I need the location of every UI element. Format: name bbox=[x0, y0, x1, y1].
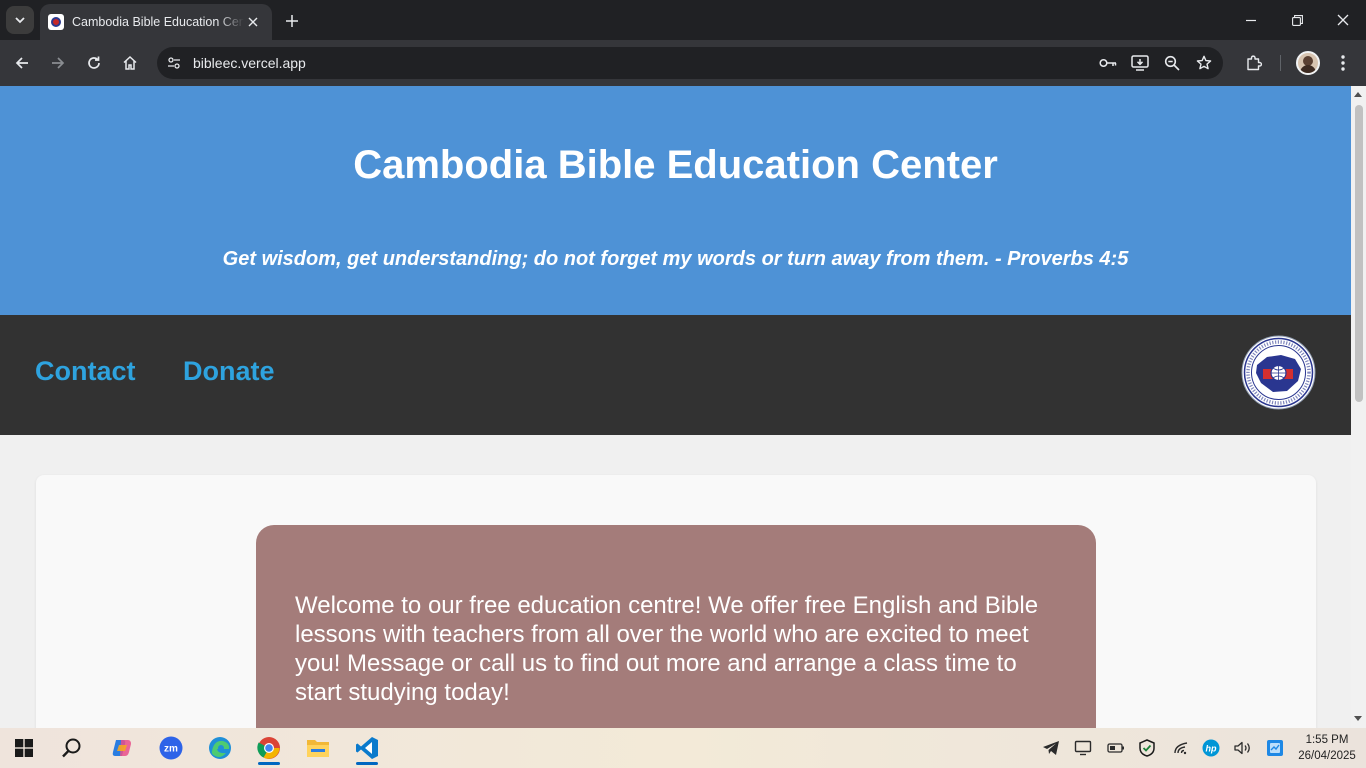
minimize-icon bbox=[1245, 19, 1256, 21]
tray-volume-icon[interactable] bbox=[1233, 738, 1253, 758]
file-explorer-icon bbox=[307, 740, 329, 757]
close-window-button[interactable] bbox=[1320, 0, 1366, 40]
chrome-icon bbox=[257, 737, 280, 759]
back-button[interactable] bbox=[8, 49, 36, 77]
welcome-box: Welcome to our free education centre! We… bbox=[256, 525, 1096, 728]
clock-time: 1:55 PM bbox=[1305, 734, 1349, 746]
scroll-up-arrow-icon[interactable] bbox=[1354, 92, 1362, 97]
windows-start-icon bbox=[15, 739, 33, 757]
tray-security-shield-icon[interactable] bbox=[1137, 738, 1157, 758]
restore-icon bbox=[1291, 14, 1303, 26]
site-header: Cambodia Bible Education Center Get wisd… bbox=[0, 86, 1351, 315]
taskbar-edge[interactable] bbox=[200, 730, 240, 766]
kebab-menu-icon bbox=[1341, 55, 1345, 71]
zoom-app-icon: zm bbox=[159, 736, 183, 760]
password-key-icon[interactable] bbox=[1097, 53, 1119, 73]
nav-link-contact[interactable]: Contact bbox=[35, 356, 136, 387]
new-tab-button[interactable] bbox=[281, 10, 303, 32]
tray-app-icon[interactable] bbox=[1265, 738, 1285, 758]
restore-button[interactable] bbox=[1274, 0, 1320, 40]
minimize-button[interactable] bbox=[1228, 0, 1274, 40]
plus-icon bbox=[286, 15, 298, 27]
extensions-button[interactable] bbox=[1240, 49, 1268, 77]
welcome-text: Welcome to our free education centre! We… bbox=[295, 592, 1039, 706]
svg-text:zm: zm bbox=[164, 744, 178, 755]
site-verse: Get wisdom, get understanding; do not fo… bbox=[222, 248, 1129, 270]
vscode-icon bbox=[356, 737, 378, 759]
zoom-icon[interactable] bbox=[1161, 53, 1183, 73]
site-favicon-icon bbox=[48, 14, 64, 30]
tray-wifi-icon[interactable] bbox=[1171, 738, 1191, 758]
nav-link-donate[interactable]: Donate bbox=[183, 356, 275, 387]
bookmark-star-icon[interactable] bbox=[1193, 53, 1215, 73]
edge-icon bbox=[209, 737, 231, 759]
install-app-icon[interactable] bbox=[1129, 53, 1151, 73]
site-nav: Contact Donate bbox=[0, 315, 1351, 435]
chevron-down-icon bbox=[15, 17, 25, 24]
windows-taskbar: zm hp 1:55 PM 26/04/2025 bbox=[0, 728, 1366, 768]
copilot-icon bbox=[112, 740, 131, 756]
forward-button[interactable] bbox=[44, 49, 72, 77]
tray-hp-icon[interactable]: hp bbox=[1201, 738, 1221, 758]
taskbar-clock[interactable]: 1:55 PM 26/04/2025 bbox=[1296, 732, 1358, 764]
tab-search-button[interactable] bbox=[6, 6, 34, 34]
toolbar-separator bbox=[1280, 55, 1281, 71]
site-info-icon[interactable] bbox=[163, 52, 185, 74]
arrow-left-icon bbox=[15, 57, 28, 69]
page-viewport: Cambodia Bible Education Center Get wisd… bbox=[0, 86, 1351, 728]
tab-close-icon[interactable] bbox=[244, 13, 262, 31]
taskbar-copilot[interactable] bbox=[102, 730, 142, 766]
content-card: Welcome to our free education centre! We… bbox=[36, 475, 1316, 728]
home-icon bbox=[123, 55, 137, 70]
address-bar[interactable]: bibleec.vercel.app bbox=[157, 47, 1223, 79]
page-scrollbar[interactable] bbox=[1351, 86, 1366, 728]
taskbar-zoom[interactable]: zm bbox=[151, 730, 191, 766]
reload-button[interactable] bbox=[80, 49, 108, 77]
browser-menu-button[interactable] bbox=[1329, 49, 1357, 77]
reload-icon bbox=[88, 56, 100, 69]
browser-tab-bar: Cambodia Bible Education Center bbox=[0, 0, 1366, 40]
clock-date: 26/04/2025 bbox=[1298, 750, 1356, 762]
taskbar-file-explorer[interactable] bbox=[298, 730, 338, 766]
close-icon bbox=[1337, 14, 1349, 26]
start-button[interactable] bbox=[4, 730, 44, 766]
home-button[interactable] bbox=[116, 49, 144, 77]
puzzle-icon bbox=[1247, 55, 1263, 71]
cbec-logo-icon[interactable] bbox=[1241, 335, 1316, 410]
browser-tab-active[interactable]: Cambodia Bible Education Center bbox=[40, 4, 272, 40]
url-text[interactable]: bibleec.vercel.app bbox=[193, 55, 306, 71]
tab-title: Cambodia Bible Education Center bbox=[72, 15, 245, 29]
site-title: Cambodia Bible Education Center bbox=[353, 143, 998, 187]
scrollbar-thumb[interactable] bbox=[1355, 105, 1363, 402]
arrow-right-icon bbox=[52, 57, 65, 69]
svg-text:hp: hp bbox=[1206, 744, 1217, 754]
browser-toolbar: bibleec.vercel.app bbox=[0, 40, 1366, 86]
scroll-down-arrow-icon[interactable] bbox=[1354, 716, 1362, 721]
taskbar-search-button[interactable] bbox=[52, 730, 92, 766]
profile-avatar[interactable] bbox=[1296, 51, 1320, 75]
tray-display-icon[interactable] bbox=[1073, 738, 1093, 758]
tray-battery-icon[interactable] bbox=[1106, 738, 1126, 758]
search-icon bbox=[62, 738, 81, 758]
taskbar-vscode[interactable] bbox=[347, 730, 387, 766]
tray-telegram-icon[interactable] bbox=[1041, 738, 1061, 758]
taskbar-chrome[interactable] bbox=[249, 730, 289, 766]
